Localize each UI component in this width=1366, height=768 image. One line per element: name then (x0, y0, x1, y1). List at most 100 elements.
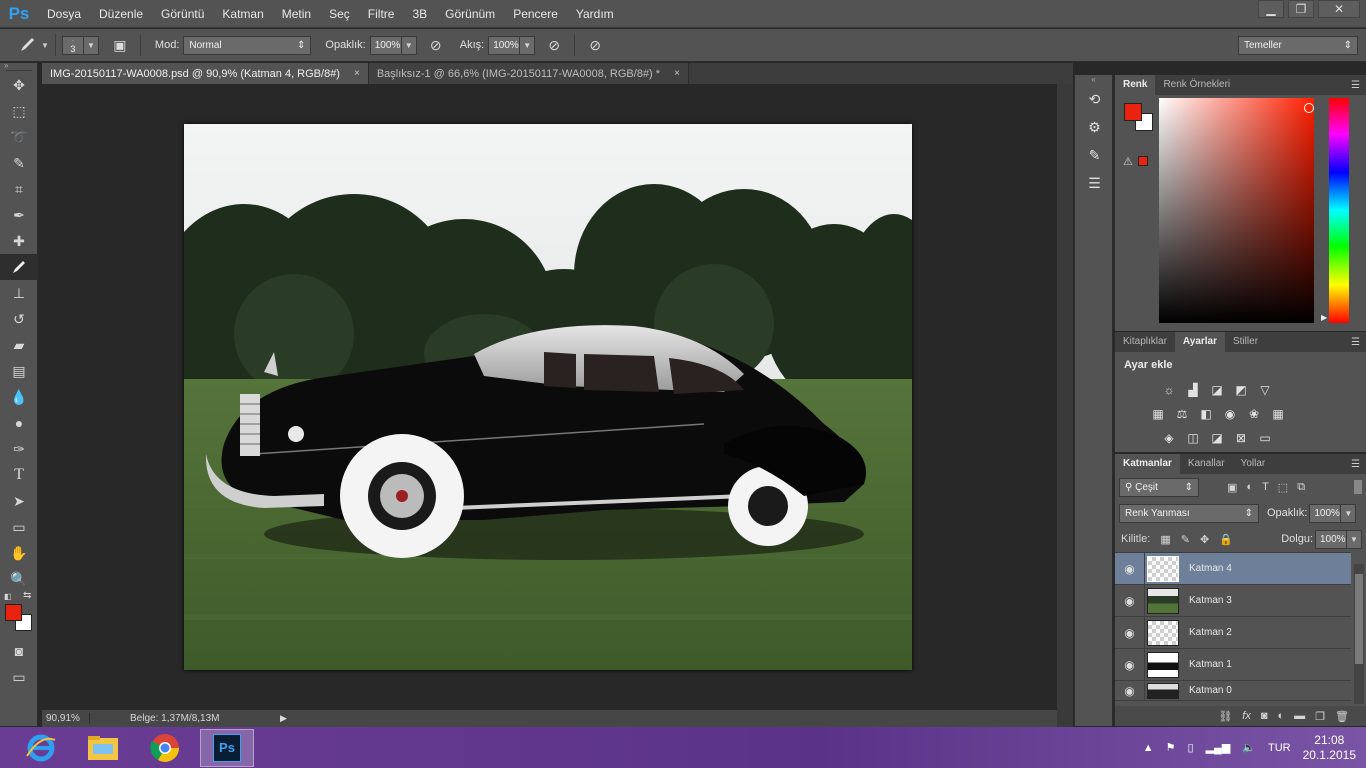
out-of-gamut-warning-icon[interactable]: ⚠ (1123, 155, 1133, 168)
layer-row-katman-4[interactable]: ◉ Katman 4 (1115, 552, 1351, 585)
flow-field[interactable]: 100% (488, 35, 521, 55)
healing-brush-tool-icon[interactable]: ✚ (0, 228, 38, 254)
lasso-tool-icon[interactable]: ➰ (0, 124, 38, 150)
airbrush-icon[interactable]: ⊘ (543, 34, 565, 56)
opacity-arrow-icon[interactable]: ▼ (401, 35, 417, 55)
panel-menu-icon[interactable]: ☰ (1351, 80, 1360, 91)
layer-name[interactable]: Katman 2 (1189, 627, 1232, 638)
layer-name[interactable]: Katman 4 (1189, 563, 1232, 574)
new-layer-icon[interactable]: ❐ (1315, 710, 1325, 723)
menu-yardim[interactable]: Yardım (567, 0, 623, 28)
menu-duzenle[interactable]: Düzenle (90, 0, 152, 28)
posterize-icon[interactable]: ◫ (1184, 429, 1202, 447)
signal-icon[interactable]: ▂▄▆ (1206, 741, 1231, 754)
rectangle-tool-icon[interactable]: ▭ (0, 514, 38, 540)
dodge-tool-icon[interactable]: ● (0, 410, 38, 436)
eraser-tool-icon[interactable]: ▰ (0, 332, 38, 358)
menu-pencere[interactable]: Pencere (504, 0, 567, 28)
workspace-select[interactable]: Temeller ⇕ (1238, 35, 1358, 55)
lock-transparent-icon[interactable]: ▦ (1160, 533, 1170, 546)
status-menu-arrow-icon[interactable]: ▶ (280, 713, 287, 724)
move-tool-icon[interactable]: ✥ (0, 72, 38, 98)
exposure-icon[interactable]: ◩ (1232, 381, 1250, 399)
black-white-icon[interactable]: ◧ (1197, 405, 1215, 423)
close-icon[interactable]: ✕ (1318, 0, 1360, 18)
color-lookup-icon[interactable]: ▦ (1269, 405, 1287, 423)
zoom-tool-icon[interactable]: 🔍 (0, 566, 38, 592)
blend-mode-select[interactable]: Renk Yanması ⇕ (1119, 503, 1259, 523)
tab-kanallar[interactable]: Kanallar (1180, 454, 1233, 474)
layer-row-katman-2[interactable]: ◉ Katman 2 (1115, 616, 1351, 649)
clone-stamp-tool-icon[interactable]: ⊥ (0, 280, 38, 306)
brush-preset-arrow-icon[interactable]: ▼ (41, 41, 49, 50)
panel-menu-icon[interactable]: ☰ (1351, 337, 1360, 348)
levels-icon[interactable]: ▟ (1184, 381, 1202, 399)
default-colors-icon[interactable]: ◧ (4, 592, 12, 601)
menu-filtre[interactable]: Filtre (359, 0, 404, 28)
visibility-eye-icon[interactable]: ◉ (1115, 584, 1145, 617)
layer-name[interactable]: Katman 1 (1189, 659, 1232, 670)
brush-tool-icon[interactable] (0, 254, 38, 280)
filter-smart-object-icon[interactable]: ⧉ (1297, 481, 1305, 494)
new-group-icon[interactable]: ▬ (1294, 710, 1305, 722)
canvas-area[interactable] (42, 84, 1057, 710)
collapse-toolbar-icon[interactable]: » (0, 62, 37, 70)
invert-icon[interactable]: ◈ (1160, 429, 1178, 447)
foreground-color-swatch[interactable] (5, 604, 22, 621)
menu-3b[interactable]: 3B (403, 0, 436, 28)
menu-sec[interactable]: Seç (320, 0, 359, 28)
brush-size-field[interactable]: · 3 (61, 35, 84, 55)
menu-gorunum[interactable]: Görünüm (436, 0, 504, 28)
brush-panel-toggle-icon[interactable]: ▣ (109, 34, 131, 56)
menu-goruntu[interactable]: Görüntü (152, 0, 213, 28)
layer-filter-select[interactable]: ⚲ Çeşit ⇕ (1119, 477, 1199, 497)
tab-yollar[interactable]: Yollar (1233, 454, 1274, 474)
marquee-tool-icon[interactable]: ⬚ (0, 98, 38, 124)
tab-basliksiz-1[interactable]: Başlıksız-1 @ 66,6% (IMG-20150117-WA0008… (368, 63, 689, 84)
delete-layer-icon[interactable]: 🗑 (1335, 710, 1349, 723)
hue-slider[interactable] (1329, 98, 1349, 323)
internet-explorer-icon[interactable] (14, 729, 68, 767)
file-explorer-icon[interactable] (76, 729, 130, 767)
clock[interactable]: 21:08 20.1.2015 (1303, 733, 1356, 763)
link-layers-icon[interactable]: ⛓ (1218, 710, 1232, 723)
show-hidden-icons-icon[interactable]: ▲ (1143, 742, 1154, 754)
minimize-icon[interactable]: ▁ (1258, 0, 1284, 18)
scrollbar-thumb[interactable] (1355, 574, 1363, 664)
pen-tool-icon[interactable]: ✑ (0, 436, 38, 462)
action-center-flag-icon[interactable]: ⚑ (1166, 741, 1176, 754)
quick-mask-icon[interactable]: ◙ (0, 638, 38, 664)
tab-ayarlar[interactable]: Ayarlar (1174, 332, 1226, 352)
brush-size-arrow-icon[interactable]: ▼ (83, 35, 99, 55)
tab-renk[interactable]: Renk (1115, 75, 1156, 95)
adjustment-panel-icon[interactable]: ☰ (1075, 169, 1114, 197)
volume-icon[interactable]: 🔈 (1242, 741, 1256, 754)
properties-panel-icon[interactable]: ⚙ (1075, 113, 1114, 141)
visibility-eye-icon[interactable]: ◉ (1115, 552, 1145, 585)
layer-name[interactable]: Katman 3 (1189, 595, 1232, 606)
chrome-icon[interactable] (138, 729, 192, 767)
menu-katman[interactable]: Katman (213, 0, 272, 28)
tab-kitapliklar[interactable]: Kitaplıklar (1115, 332, 1175, 352)
brush-panel-icon[interactable]: ✎ (1075, 141, 1114, 169)
eyedropper-tool-icon[interactable]: ✒ (0, 202, 38, 228)
fill-arrow-icon[interactable]: ▼ (1347, 529, 1362, 549)
history-brush-tool-icon[interactable]: ↺ (0, 306, 38, 332)
swap-colors-icon[interactable]: ⇆ (23, 590, 31, 601)
layer-opacity-arrow-icon[interactable]: ▼ (1341, 503, 1357, 523)
zoom-level[interactable]: 90,91% (42, 713, 90, 724)
layer-row-katman-1[interactable]: ◉ Katman 1 (1115, 648, 1351, 681)
history-panel-icon[interactable]: ⟲ (1075, 85, 1114, 113)
curves-icon[interactable]: ◪ (1208, 381, 1226, 399)
filter-type-icon[interactable]: T (1262, 481, 1269, 494)
menu-dosya[interactable]: Dosya (38, 0, 90, 28)
brightness-icon[interactable]: ☼ (1160, 381, 1178, 399)
screen-mode-icon[interactable]: ▭ (0, 664, 38, 690)
tab-img-20150117[interactable]: IMG-20150117-WA0008.psd @ 90,9% (Katman … (42, 63, 369, 84)
close-tab-icon[interactable]: × (674, 68, 680, 79)
lock-all-icon[interactable]: 🔒 (1219, 533, 1233, 546)
battery-icon[interactable]: ▯ (1188, 741, 1194, 754)
path-selection-tool-icon[interactable]: ➤ (0, 488, 38, 514)
crop-tool-icon[interactable]: ⌗ (0, 176, 38, 202)
filter-adjustment-icon[interactable]: ◐ (1246, 481, 1253, 494)
